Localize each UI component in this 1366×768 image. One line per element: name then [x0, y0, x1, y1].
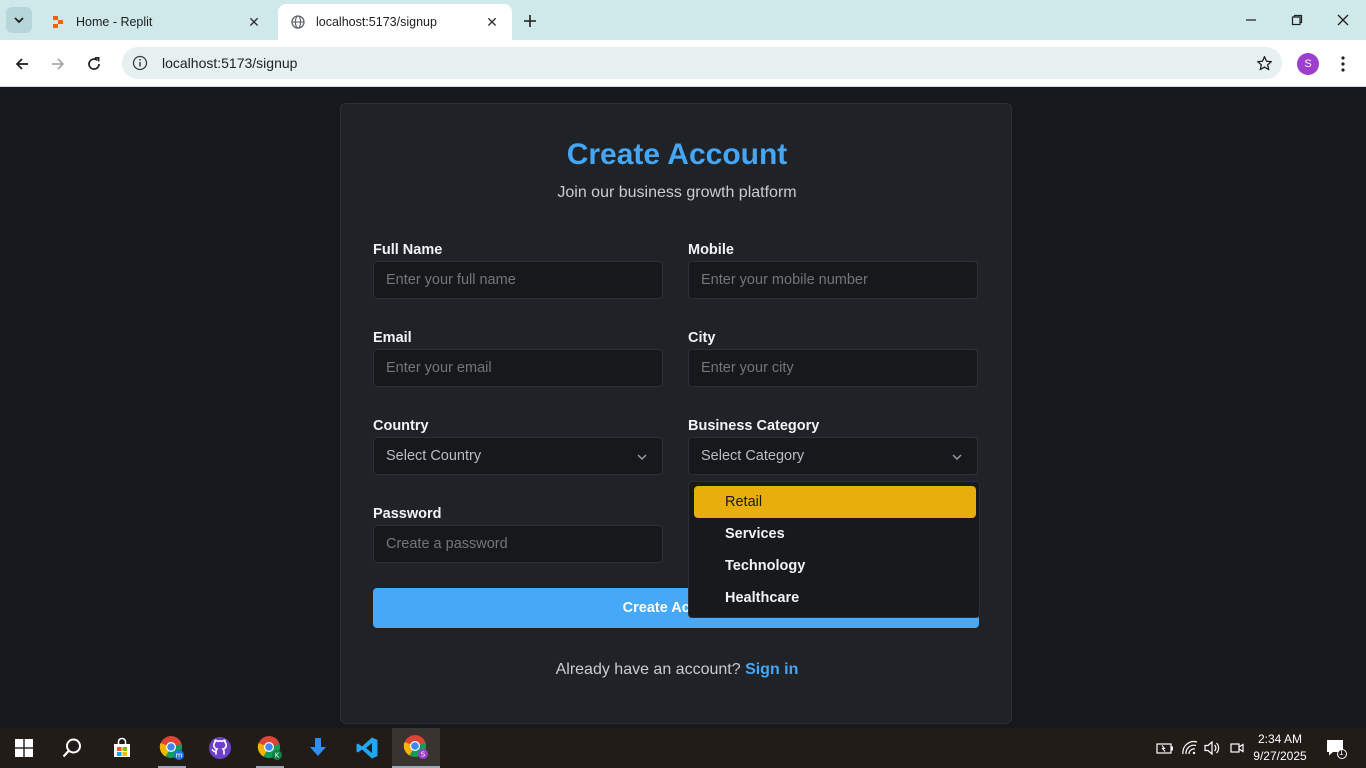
- taskbar-downloads[interactable]: [294, 728, 342, 768]
- clock-time: 2:34 AM: [1257, 732, 1303, 746]
- country-select-value: Select Country: [386, 448, 482, 464]
- svg-text:m: m: [176, 752, 183, 760]
- mobile-input[interactable]: [688, 261, 978, 299]
- vscode-icon: [356, 737, 378, 759]
- reload-icon: [88, 56, 100, 70]
- back-button[interactable]: [7, 49, 37, 79]
- chevron-down-icon: [637, 454, 647, 460]
- notification-count: 1: [1339, 748, 1344, 757]
- taskbar: m K S 2:34 AM 9/27/2025 1: [0, 728, 1366, 768]
- password-input[interactable]: [373, 525, 663, 563]
- new-tab-button[interactable]: [518, 9, 542, 33]
- signin-prompt: Already have an account? Sign in: [341, 661, 1013, 679]
- email-input[interactable]: [373, 349, 663, 387]
- page-title: Create Account: [566, 138, 788, 171]
- taskbar-vscode[interactable]: [343, 728, 391, 768]
- svg-text:K: K: [275, 752, 280, 760]
- category-option-retail[interactable]: Retail: [694, 486, 976, 518]
- country-label: Country: [373, 418, 429, 434]
- close-tab-icon[interactable]: ✕: [246, 14, 262, 30]
- avatar-initial: S: [1304, 58, 1312, 70]
- start-icon: [15, 739, 33, 757]
- chrome-profile-k-icon: K: [257, 736, 282, 760]
- taskbar-store[interactable]: [98, 728, 146, 768]
- search-icon: [62, 738, 81, 758]
- full-name-label: Full Name: [373, 242, 443, 258]
- category-select[interactable]: Select Category: [688, 437, 978, 475]
- bookmark-star-icon[interactable]: [1254, 53, 1274, 73]
- globe-icon: [290, 14, 306, 30]
- notification-center-button[interactable]: 1: [1322, 734, 1350, 762]
- email-label: Email: [373, 330, 412, 346]
- profile-avatar[interactable]: S: [1297, 53, 1319, 75]
- city-label: City: [688, 330, 716, 346]
- restore-icon: [1291, 14, 1303, 26]
- store-icon: [114, 737, 130, 757]
- wifi-icon[interactable]: [1180, 738, 1200, 758]
- close-window-button[interactable]: [1320, 0, 1366, 40]
- clock-date: 9/27/2025: [1253, 749, 1307, 763]
- volume-icon[interactable]: [1202, 738, 1222, 758]
- category-dropdown-list: Retail Services Technology Healthcare: [688, 481, 980, 618]
- arrow-left-icon: [15, 58, 28, 70]
- forward-button[interactable]: [43, 49, 73, 79]
- country-select[interactable]: Select Country: [373, 437, 663, 475]
- minimize-icon: [1246, 19, 1256, 21]
- svg-text:S: S: [421, 751, 426, 759]
- page-subtitle: Join our business growth platform: [557, 184, 797, 201]
- address-bar[interactable]: localhost:5173/signup: [122, 47, 1282, 79]
- taskbar-chrome-k[interactable]: K: [246, 728, 294, 768]
- restore-button[interactable]: [1274, 0, 1320, 40]
- signup-card: Create Account Join our business growth …: [340, 103, 1012, 724]
- close-tab-icon[interactable]: ✕: [484, 14, 500, 30]
- category-option-healthcare[interactable]: Healthcare: [694, 582, 976, 614]
- category-label: Business Category: [688, 418, 820, 434]
- taskbar-github-desktop[interactable]: [196, 728, 244, 768]
- signin-link[interactable]: Sign in: [745, 661, 798, 678]
- chrome-profile-m-icon: m: [159, 736, 184, 760]
- battery-icon[interactable]: [1155, 738, 1175, 758]
- category-option-technology[interactable]: Technology: [694, 550, 976, 582]
- mobile-label: Mobile: [688, 242, 734, 258]
- full-name-input[interactable]: [373, 261, 663, 299]
- replit-icon: [50, 14, 66, 30]
- tab-search-button[interactable]: [6, 7, 32, 33]
- camera-icon[interactable]: [1227, 738, 1247, 758]
- reload-button[interactable]: [79, 49, 109, 79]
- chevron-down-icon: [14, 17, 24, 24]
- kebab-menu-icon: [1341, 56, 1345, 72]
- taskbar-chrome-m[interactable]: m: [148, 728, 196, 768]
- tab-replit[interactable]: Home - Replit ✕: [38, 4, 274, 40]
- category-select-value: Select Category: [701, 448, 805, 464]
- arrow-right-icon: [52, 58, 65, 70]
- chrome-profile-s-icon: S: [403, 735, 428, 759]
- page-viewport: Create Account Join our business growth …: [0, 87, 1366, 728]
- minimize-button[interactable]: [1228, 0, 1274, 40]
- password-label: Password: [373, 506, 442, 522]
- chevron-down-icon: [952, 454, 962, 460]
- site-info-icon[interactable]: [132, 55, 148, 71]
- url-text[interactable]: localhost:5173/signup: [162, 55, 297, 71]
- browser-menu-button[interactable]: [1333, 52, 1353, 76]
- taskbar-search-button[interactable]: [48, 728, 96, 768]
- taskbar-clock[interactable]: 2:34 AM 9/27/2025: [1252, 731, 1308, 765]
- tab-title: Home - Replit: [76, 15, 153, 29]
- browser-tabbar: Home - Replit ✕ localhost:5173/signup ✕: [0, 0, 1366, 40]
- browser-toolbar: localhost:5173/signup S: [0, 40, 1366, 87]
- category-option-services[interactable]: Services: [694, 518, 976, 550]
- plus-icon: [524, 15, 536, 27]
- close-icon: [1337, 14, 1349, 26]
- city-input[interactable]: [688, 349, 978, 387]
- signin-prompt-text: Already have an account?: [555, 661, 741, 678]
- tab-title: localhost:5173/signup: [316, 15, 437, 29]
- taskbar-chrome-s[interactable]: S: [392, 728, 440, 768]
- tab-signup[interactable]: localhost:5173/signup ✕: [278, 4, 512, 40]
- notification-icon: [1327, 740, 1347, 759]
- start-button[interactable]: [0, 728, 48, 768]
- github-desktop-icon: [209, 737, 231, 759]
- downloads-icon: [310, 738, 326, 756]
